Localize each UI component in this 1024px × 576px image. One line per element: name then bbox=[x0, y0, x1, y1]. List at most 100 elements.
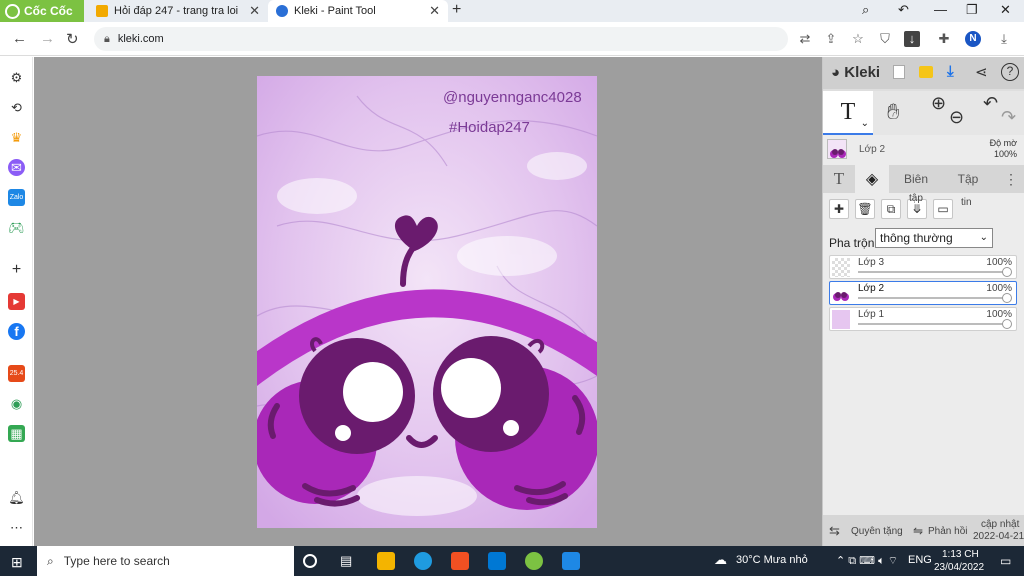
translate-icon[interactable]: ⇄ bbox=[797, 31, 813, 47]
tray-icons[interactable]: ⌃ ⧉ ⌨ 🔈︎ ⌔ bbox=[836, 554, 898, 568]
add-layer-button[interactable]: ✚ bbox=[829, 199, 849, 219]
open-folder-icon[interactable] bbox=[919, 66, 933, 78]
language-indicator[interactable]: ENG bbox=[908, 554, 932, 566]
donate-link[interactable]: Quyên tặng bbox=[851, 526, 903, 537]
slider-knob[interactable] bbox=[1002, 267, 1012, 277]
minimize-button[interactable]: — bbox=[934, 2, 947, 17]
kleki-logo[interactable]: ◕ Kleki bbox=[831, 64, 880, 81]
search-tabs-icon[interactable]: ⌕ bbox=[862, 2, 869, 18]
update-label: cập nhật bbox=[981, 519, 1020, 530]
current-layer-name: Lớp 2 bbox=[859, 144, 886, 155]
tab-kleki[interactable]: Kleki - Paint Tool ✕ bbox=[268, 0, 448, 22]
tab-history-icon[interactable]: ↶ bbox=[898, 2, 909, 18]
url-field[interactable]: 🔒︎ kleki.com bbox=[94, 27, 788, 51]
settings-gear-icon[interactable]: ⚙ bbox=[8, 69, 25, 86]
clock-time[interactable]: 1:13 CH bbox=[942, 549, 979, 560]
rename-layer-button[interactable]: ▭ bbox=[933, 199, 953, 219]
slider-knob[interactable] bbox=[1002, 293, 1012, 303]
file-explorer-icon[interactable] bbox=[377, 552, 395, 570]
share-icon[interactable]: ⋖ bbox=[975, 63, 988, 81]
browser-brand[interactable]: Cốc Cốc bbox=[0, 0, 84, 22]
download-icon[interactable]: ↓ bbox=[904, 31, 920, 47]
youtube-icon[interactable]: ▶ bbox=[8, 293, 25, 310]
slider-knob[interactable] bbox=[1002, 319, 1012, 329]
sheets-icon[interactable]: ▦ bbox=[8, 425, 25, 442]
share-icon[interactable]: ⇪ bbox=[823, 31, 839, 47]
map-pin-icon[interactable]: ◉ bbox=[8, 395, 25, 412]
help-icon[interactable]: ? bbox=[1001, 63, 1019, 81]
clock-date[interactable]: 23/04/2022 bbox=[934, 562, 984, 573]
forward-button[interactable]: → bbox=[40, 30, 55, 47]
restore-button[interactable]: ❐ bbox=[966, 2, 978, 18]
taskbar-search[interactable]: ⌕ Type here to search bbox=[37, 546, 294, 576]
left-eye-highlight bbox=[343, 362, 403, 422]
shopping-icon[interactable]: 25.4 bbox=[8, 365, 25, 382]
more-menu-icon[interactable]: ⋮ bbox=[1001, 165, 1021, 193]
tab-hoidap[interactable]: Hỏi đáp 247 - trang tra loi ✕ bbox=[88, 0, 268, 22]
profile-avatar[interactable]: N bbox=[965, 31, 981, 47]
more-icon[interactable]: ⋯ bbox=[8, 519, 25, 536]
update-date[interactable]: 2022-04-21 bbox=[973, 531, 1024, 542]
zoom-out-icon[interactable]: ⊖ bbox=[949, 107, 964, 128]
task-view-icon[interactable]: ▤ bbox=[340, 552, 358, 570]
reload-button[interactable]: ↻ bbox=[66, 30, 79, 48]
coccoc-taskbar-icon[interactable] bbox=[525, 552, 543, 570]
cortana-icon[interactable] bbox=[303, 554, 317, 568]
layer-thumb bbox=[832, 310, 850, 329]
zalo-icon[interactable]: Zalo bbox=[8, 189, 25, 206]
close-window-button[interactable]: ✕ bbox=[1000, 2, 1011, 18]
crown-icon[interactable]: ♛ bbox=[8, 129, 25, 146]
redo-icon[interactable]: ↷ bbox=[1001, 107, 1016, 128]
lock-icon: 🔒︎ bbox=[104, 32, 110, 45]
blend-mode-select[interactable]: thông thường ⌄ bbox=[875, 228, 993, 248]
close-tab-icon[interactable]: ✕ bbox=[429, 3, 440, 19]
tab-file[interactable]: Tập bbox=[945, 165, 991, 193]
gamepad-icon[interactable]: 🎮︎ bbox=[8, 219, 25, 236]
layer-item-1[interactable]: Lớp 1 100% bbox=[829, 307, 1017, 331]
zalo-taskbar-icon[interactable] bbox=[562, 552, 580, 570]
layer-thumb bbox=[832, 284, 850, 303]
layer-opacity-slider[interactable] bbox=[858, 267, 1012, 277]
messenger-icon[interactable]: ✉ bbox=[8, 159, 25, 176]
current-layer-row[interactable]: Lớp 2 Độ mờ 100% bbox=[823, 135, 1024, 165]
text-tool-button[interactable]: T ⌄ bbox=[823, 91, 873, 135]
extensions-icon[interactable]: ✚ bbox=[936, 31, 952, 47]
paint-canvas-area[interactable]: @nguyennganc4028 #Hoidap247 bbox=[34, 57, 822, 546]
facebook-icon[interactable]: f bbox=[8, 323, 25, 340]
back-button[interactable]: ← bbox=[12, 30, 27, 47]
layer-item-2[interactable]: Lớp 2 100% bbox=[829, 281, 1017, 305]
feedback-link[interactable]: Phản hồi bbox=[928, 526, 967, 537]
zoom-in-icon[interactable]: ⊕ bbox=[931, 93, 946, 114]
current-layer-thumb bbox=[827, 139, 847, 159]
bookmark-star-icon[interactable]: ☆ bbox=[850, 31, 866, 47]
swap-icon[interactable]: ⇆ bbox=[829, 523, 840, 539]
layer-opacity-slider[interactable] bbox=[858, 319, 1012, 329]
shield-icon[interactable]: ⛉ bbox=[877, 31, 893, 47]
windows-start-icon[interactable]: ⊞ bbox=[11, 554, 23, 571]
kleki-favicon-icon bbox=[276, 5, 288, 17]
save-download-icon[interactable]: ⤓ bbox=[947, 63, 954, 80]
store-icon[interactable] bbox=[451, 552, 469, 570]
delete-layer-button[interactable]: 🗑︎ bbox=[855, 199, 875, 219]
duplicate-layer-button[interactable]: ⧉ bbox=[881, 199, 901, 219]
new-file-icon[interactable] bbox=[893, 65, 905, 79]
artboard[interactable]: @nguyennganc4028 #Hoidap247 bbox=[257, 76, 597, 528]
edge-icon[interactable] bbox=[414, 552, 432, 570]
close-tab-icon[interactable]: ✕ bbox=[249, 3, 260, 19]
new-tab-button[interactable]: + bbox=[452, 1, 461, 19]
tab-tool-settings[interactable]: T bbox=[823, 165, 855, 193]
hand-tool-icon[interactable]: ✋︎ bbox=[887, 99, 900, 125]
tab-edit[interactable]: Biên bbox=[891, 165, 941, 193]
downloads-menu-icon[interactable]: ⤓ bbox=[996, 31, 1012, 47]
tab-layers[interactable]: ◈ bbox=[855, 165, 889, 193]
notifications-bell-icon[interactable]: 🔔︎ bbox=[8, 489, 25, 506]
layer-opacity-slider[interactable] bbox=[858, 293, 1012, 303]
mail-icon[interactable] bbox=[488, 552, 506, 570]
notification-center-icon[interactable]: ▭ bbox=[1000, 554, 1011, 568]
layer-item-3[interactable]: Lớp 3 100% bbox=[829, 255, 1017, 279]
add-sidebar-icon[interactable]: + bbox=[8, 261, 25, 278]
opacity-label: Độ mờ bbox=[989, 138, 1017, 148]
weather-text[interactable]: 30°C Mưa nhỏ bbox=[736, 554, 808, 566]
undo-icon[interactable]: ↶ bbox=[983, 93, 998, 114]
history-icon[interactable]: ⟲ bbox=[8, 99, 25, 116]
